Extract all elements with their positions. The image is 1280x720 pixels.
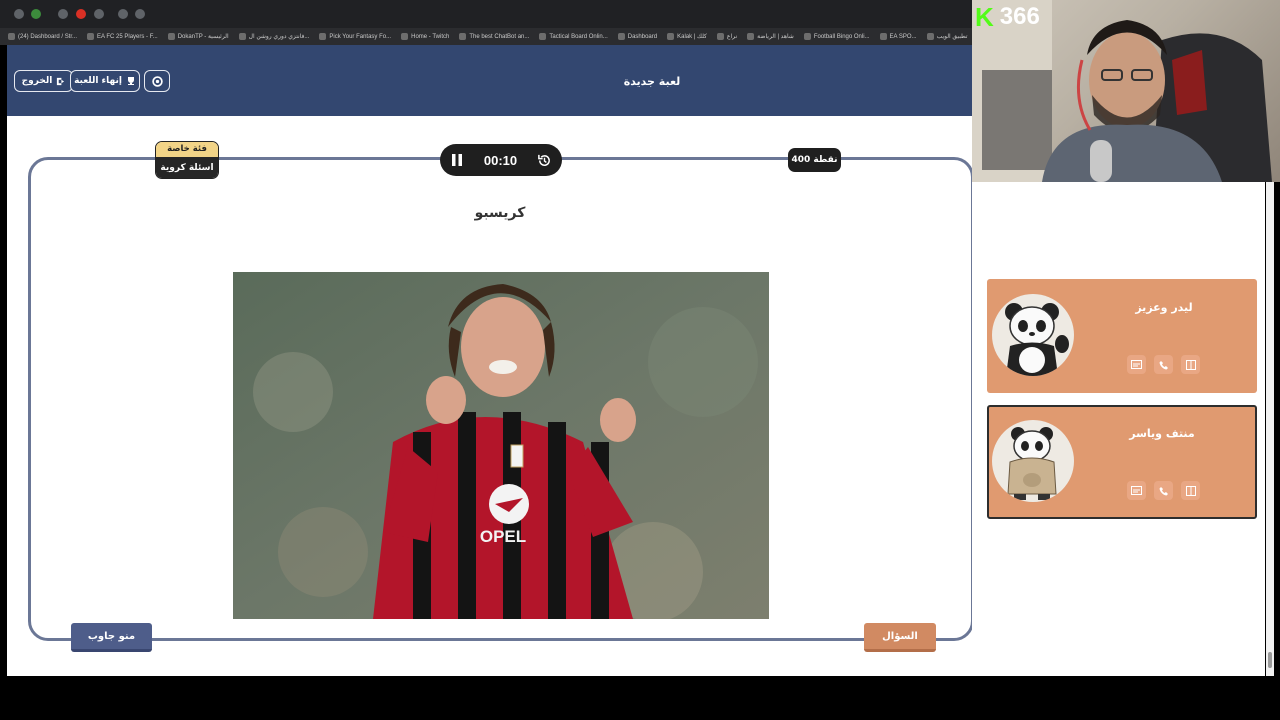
panda-avatar <box>992 420 1074 502</box>
app-header: الخروج إنهاء اللعبة لعبة جديدة <box>7 45 972 116</box>
lifelines <box>1127 355 1200 374</box>
panda-avatar <box>992 294 1074 376</box>
bookmark-label: شاهد | الرياضة <box>757 34 794 40</box>
menu-dots-icon[interactable] <box>14 9 24 19</box>
team-card[interactable]: ليدر وعزيز <box>987 279 1257 393</box>
bookmark-item[interactable]: نراع <box>716 33 738 40</box>
lifeline-double[interactable] <box>1181 355 1200 374</box>
pause-icon[interactable] <box>450 153 464 167</box>
bookmark-label: EA SPO... <box>889 33 917 40</box>
bookmark-item[interactable]: EA SPO... <box>879 33 917 40</box>
who-answered-button[interactable]: منو جاوب <box>71 623 152 652</box>
points-badge: 400 نقطة <box>788 148 841 172</box>
bookmark-label: EA FC 25 Players - F... <box>97 33 158 40</box>
extensions-icon[interactable] <box>135 9 145 19</box>
bookmark-item[interactable]: شاهد | الرياضة <box>747 33 794 40</box>
bookmark-label: فانتزي دوري روشن ال... <box>248 34 310 40</box>
kick-logo-icon: K <box>975 2 994 32</box>
bookmark-favicon-icon <box>716 33 724 40</box>
bookmark-favicon-icon <box>238 33 246 40</box>
scrollbar[interactable] <box>1266 182 1274 676</box>
bookmark-favicon-icon <box>539 33 547 40</box>
bookmark-item[interactable]: Pick Your Fantasy Fo... <box>319 33 391 40</box>
bookmark-favicon-icon <box>8 33 15 40</box>
player-photo: OPEL <box>233 272 769 619</box>
bookmark-favicon-icon <box>87 33 95 40</box>
bookmark-favicon-icon <box>401 33 409 40</box>
bookmark-label: Pick Your Fantasy Fo... <box>329 33 392 40</box>
bookmark-item[interactable]: Dashboard <box>617 33 658 40</box>
bookmark-label: تطبيق الويب <box>936 34 968 40</box>
answer-image: OPEL <box>233 272 769 619</box>
lifelines <box>1127 481 1200 500</box>
viewer-count: 366 <box>999 3 1040 30</box>
browser-toolbar <box>0 0 972 28</box>
viewer-counter: K 366 <box>975 3 1040 31</box>
panda-icon <box>1005 303 1069 376</box>
screen-bottom <box>0 676 1280 720</box>
split-icon <box>1185 359 1196 370</box>
timer-value: 00:10 <box>483 152 518 168</box>
jersey-sponsor: OPEL <box>480 527 526 546</box>
star-icon[interactable] <box>118 9 128 19</box>
bookmark-label: Tactical Board Onlin... <box>549 33 608 40</box>
bookmark-label: نراع <box>726 34 738 40</box>
switch-icon <box>1131 360 1142 369</box>
bookmark-favicon-icon <box>319 33 327 40</box>
bookmark-favicon-icon <box>667 33 675 40</box>
category-name: اسئلة كروية <box>156 157 218 178</box>
lifeline-switch[interactable] <box>1127 481 1146 500</box>
lifeline-call[interactable] <box>1154 481 1173 500</box>
reset-timer-icon[interactable] <box>537 153 552 168</box>
lifeline-call[interactable] <box>1154 355 1173 374</box>
bookmark-item[interactable]: تطبيق الويب <box>926 33 968 40</box>
bookmark-label: (24) Dashboard / Str... <box>18 33 78 40</box>
answer-text: كريسبو <box>474 205 526 221</box>
timer: 00:10 <box>440 144 562 176</box>
panda-hoodie-icon <box>1007 427 1057 500</box>
profile-icon[interactable] <box>31 9 41 19</box>
bookmark-item[interactable]: Kalak | كلك <box>667 33 707 40</box>
bookmark-item[interactable]: Football Bingo Onli... <box>803 33 870 40</box>
bookmark-item[interactable]: The best ChatBot an... <box>459 33 529 40</box>
bookmark-item[interactable]: DokanTP - الرئيسية <box>167 33 229 40</box>
bookmark-label: DokanTP - الرئيسية <box>177 34 229 40</box>
bookmark-item[interactable]: Home - Twitch <box>401 33 449 40</box>
bookmark-item[interactable]: (24) Dashboard / Str... <box>8 33 77 40</box>
bookmark-item[interactable]: Tactical Board Onlin... <box>539 33 608 40</box>
bookmark-label: Dashboard <box>627 33 658 40</box>
bookmarks-bar: (24) Dashboard / Str... EA FC 25 Players … <box>0 28 972 45</box>
cast-icon[interactable] <box>94 9 104 19</box>
bookmark-favicon-icon <box>747 33 755 40</box>
bookmark-label: Home - Twitch <box>411 33 450 40</box>
bookmark-favicon-icon <box>617 33 625 40</box>
scrollbar-thumb[interactable] <box>1268 652 1272 668</box>
lifeline-double[interactable] <box>1181 481 1200 500</box>
bookmark-favicon-icon <box>459 33 467 40</box>
phone-icon <box>1159 486 1168 495</box>
switch-icon <box>1131 486 1142 495</box>
team-name: ليدر وعزيز <box>1135 301 1193 314</box>
team-card-active[interactable]: منتف وياسر <box>987 405 1257 519</box>
team-name: منتف وياسر <box>1129 427 1195 440</box>
phone-icon <box>1159 360 1168 369</box>
category-badge: فئة خاصة اسئلة كروية <box>155 141 219 179</box>
tab-icon[interactable] <box>58 9 68 19</box>
bookmark-item[interactable]: EA FC 25 Players - F... <box>87 33 158 40</box>
question-button[interactable]: السؤال <box>864 623 936 652</box>
category-type: فئة خاصة <box>156 142 218 157</box>
bookmark-label: Football Bingo Onli... <box>813 33 870 40</box>
lifeline-switch[interactable] <box>1127 355 1146 374</box>
bookmark-favicon-icon <box>926 33 934 40</box>
bookmark-favicon-icon <box>803 33 811 40</box>
bookmark-label: Kalak | كلك <box>677 34 707 40</box>
record-icon[interactable] <box>76 9 86 19</box>
bookmark-favicon-icon <box>167 33 175 40</box>
split-icon <box>1185 485 1196 496</box>
bookmark-label: The best ChatBot an... <box>469 33 530 40</box>
bookmark-favicon-icon <box>879 33 887 40</box>
bookmark-item[interactable]: فانتزي دوري روشن ال... <box>238 33 310 40</box>
